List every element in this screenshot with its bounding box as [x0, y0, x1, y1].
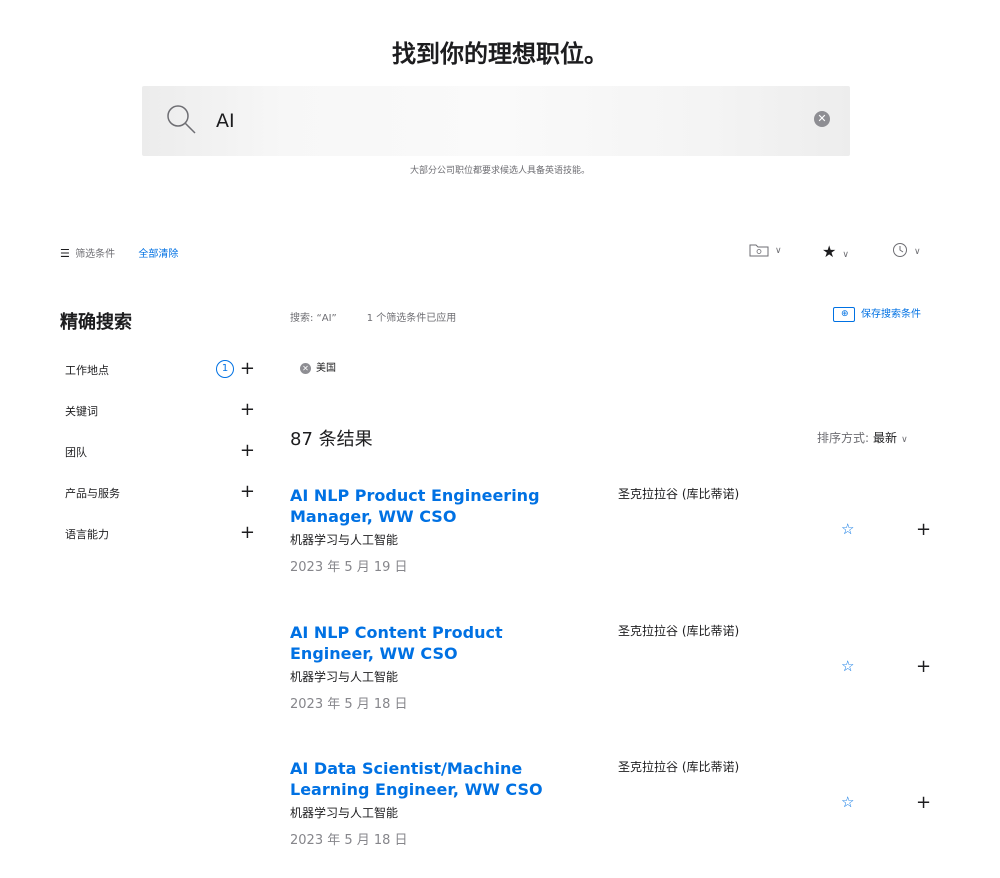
job-title-link[interactable]: AI Data Scientist/Machine Learning Engin… — [290, 758, 590, 800]
sort-value: 最新 — [873, 431, 898, 445]
star-icon[interactable]: ☆ — [841, 793, 854, 811]
query-summary: 搜索: “AI” 1 个筛选条件已应用 — [290, 309, 456, 324]
sidebar-item-label: 产品与服务 — [65, 487, 120, 500]
plus-icon[interactable]: + — [240, 440, 255, 461]
star-icon: ★ — [822, 242, 837, 261]
plus-icon[interactable]: + — [240, 481, 255, 502]
job-team: 机器学习与人工智能 — [290, 533, 399, 547]
plus-icon[interactable]: + — [240, 358, 255, 379]
search-input[interactable] — [216, 106, 796, 136]
plus-icon[interactable]: + — [916, 656, 931, 677]
sidebar-item-team[interactable]: 团队 + — [65, 440, 255, 464]
job-location: 圣克拉拉谷 (库比蒂诺) — [618, 760, 740, 774]
favorites-button[interactable]: ★ ∨ — [822, 242, 849, 261]
chevron-down-icon: ∨ — [914, 246, 921, 257]
sidebar-item-languages[interactable]: 语言能力 + — [65, 522, 255, 546]
search-note: 大部分公司职位都要求候选人具备英语技能。 — [409, 166, 590, 176]
sidebar-item-label: 团队 — [65, 446, 87, 459]
sort-dropdown[interactable]: 排序方式: 最新 ∨ — [817, 429, 908, 446]
save-search-button[interactable]: ⊕ 保存搜索条件 — [833, 305, 921, 322]
job-team: 机器学习与人工智能 — [290, 670, 399, 684]
folder-icon — [749, 244, 769, 256]
close-icon[interactable]: ✕ — [300, 362, 311, 374]
sidebar-item-products[interactable]: 产品与服务 + — [65, 481, 255, 505]
filter-label[interactable]: 筛选条件 — [75, 249, 115, 260]
job-listing: AI Data Scientist/Machine Learning Engin… — [290, 758, 931, 868]
list-icon: ☰ — [60, 247, 70, 260]
star-icon[interactable]: ☆ — [841, 657, 854, 675]
history-button[interactable]: ∨ — [892, 242, 921, 258]
result-count: 87 条结果 — [290, 429, 373, 450]
job-listing: AI NLP Product Engineering Manager, WW C… — [290, 485, 931, 595]
job-location: 圣克拉拉谷 (库比蒂诺) — [618, 624, 740, 638]
save-search-label: 保存搜索条件 — [861, 309, 921, 320]
sidebar-item-label: 工作地点 — [65, 364, 109, 377]
plus-icon[interactable]: + — [916, 792, 931, 813]
clear-all-link[interactable]: 全部清除 — [138, 249, 178, 260]
job-listing: AI NLP Content Product Engineer, WW CSO … — [290, 622, 931, 732]
job-team: 机器学习与人工智能 — [290, 806, 399, 820]
search-icon — [167, 105, 196, 134]
sidebar-item-keywords[interactable]: 关键词 + — [65, 399, 255, 423]
chevron-down-icon: ∨ — [775, 246, 782, 256]
plus-icon[interactable]: + — [916, 519, 931, 540]
filter-count-badge: 1 — [216, 360, 234, 378]
plus-icon[interactable]: + — [240, 399, 255, 420]
sidebar-item-location[interactable]: 工作地点 1 + — [65, 358, 255, 382]
history-icon — [893, 243, 907, 257]
filter-chip[interactable]: ✕ 美国 — [300, 359, 336, 374]
job-date: 2023 年 5 月 18 日 — [290, 833, 408, 848]
job-title-link[interactable]: AI NLP Product Engineering Manager, WW C… — [290, 485, 590, 527]
sidebar-item-label: 关键词 — [65, 405, 98, 418]
job-date: 2023 年 5 月 19 日 — [290, 560, 408, 575]
filters-applied: 1 个筛选条件已应用 — [366, 313, 457, 324]
query-text: 搜索: “AI” — [290, 313, 337, 324]
sort-label: 排序方式: — [817, 431, 870, 445]
folder-icon: ⊕ — [833, 306, 855, 322]
filter-chip-label: 美国 — [316, 363, 336, 374]
refine-search-title: 精确搜索 — [60, 312, 132, 333]
clear-search-icon[interactable]: ✕ — [814, 111, 830, 127]
star-icon[interactable]: ☆ — [841, 520, 854, 538]
sidebar-item-label: 语言能力 — [65, 528, 109, 541]
plus-icon[interactable]: + — [240, 522, 255, 543]
filter-bar: ☰ 筛选条件 全部清除 — [60, 245, 178, 260]
job-date: 2023 年 5 月 18 日 — [290, 697, 408, 712]
chevron-down-icon: ∨ — [842, 250, 849, 260]
saved-searches-button[interactable]: ∨ — [749, 242, 782, 257]
page-title: 找到你的理想职位。 — [392, 40, 608, 68]
job-title-link[interactable]: AI NLP Content Product Engineer, WW CSO — [290, 622, 590, 664]
job-location: 圣克拉拉谷 (库比蒂诺) — [618, 487, 740, 501]
chevron-down-icon: ∨ — [901, 435, 908, 445]
search-bar[interactable]: ✕ — [142, 86, 850, 156]
